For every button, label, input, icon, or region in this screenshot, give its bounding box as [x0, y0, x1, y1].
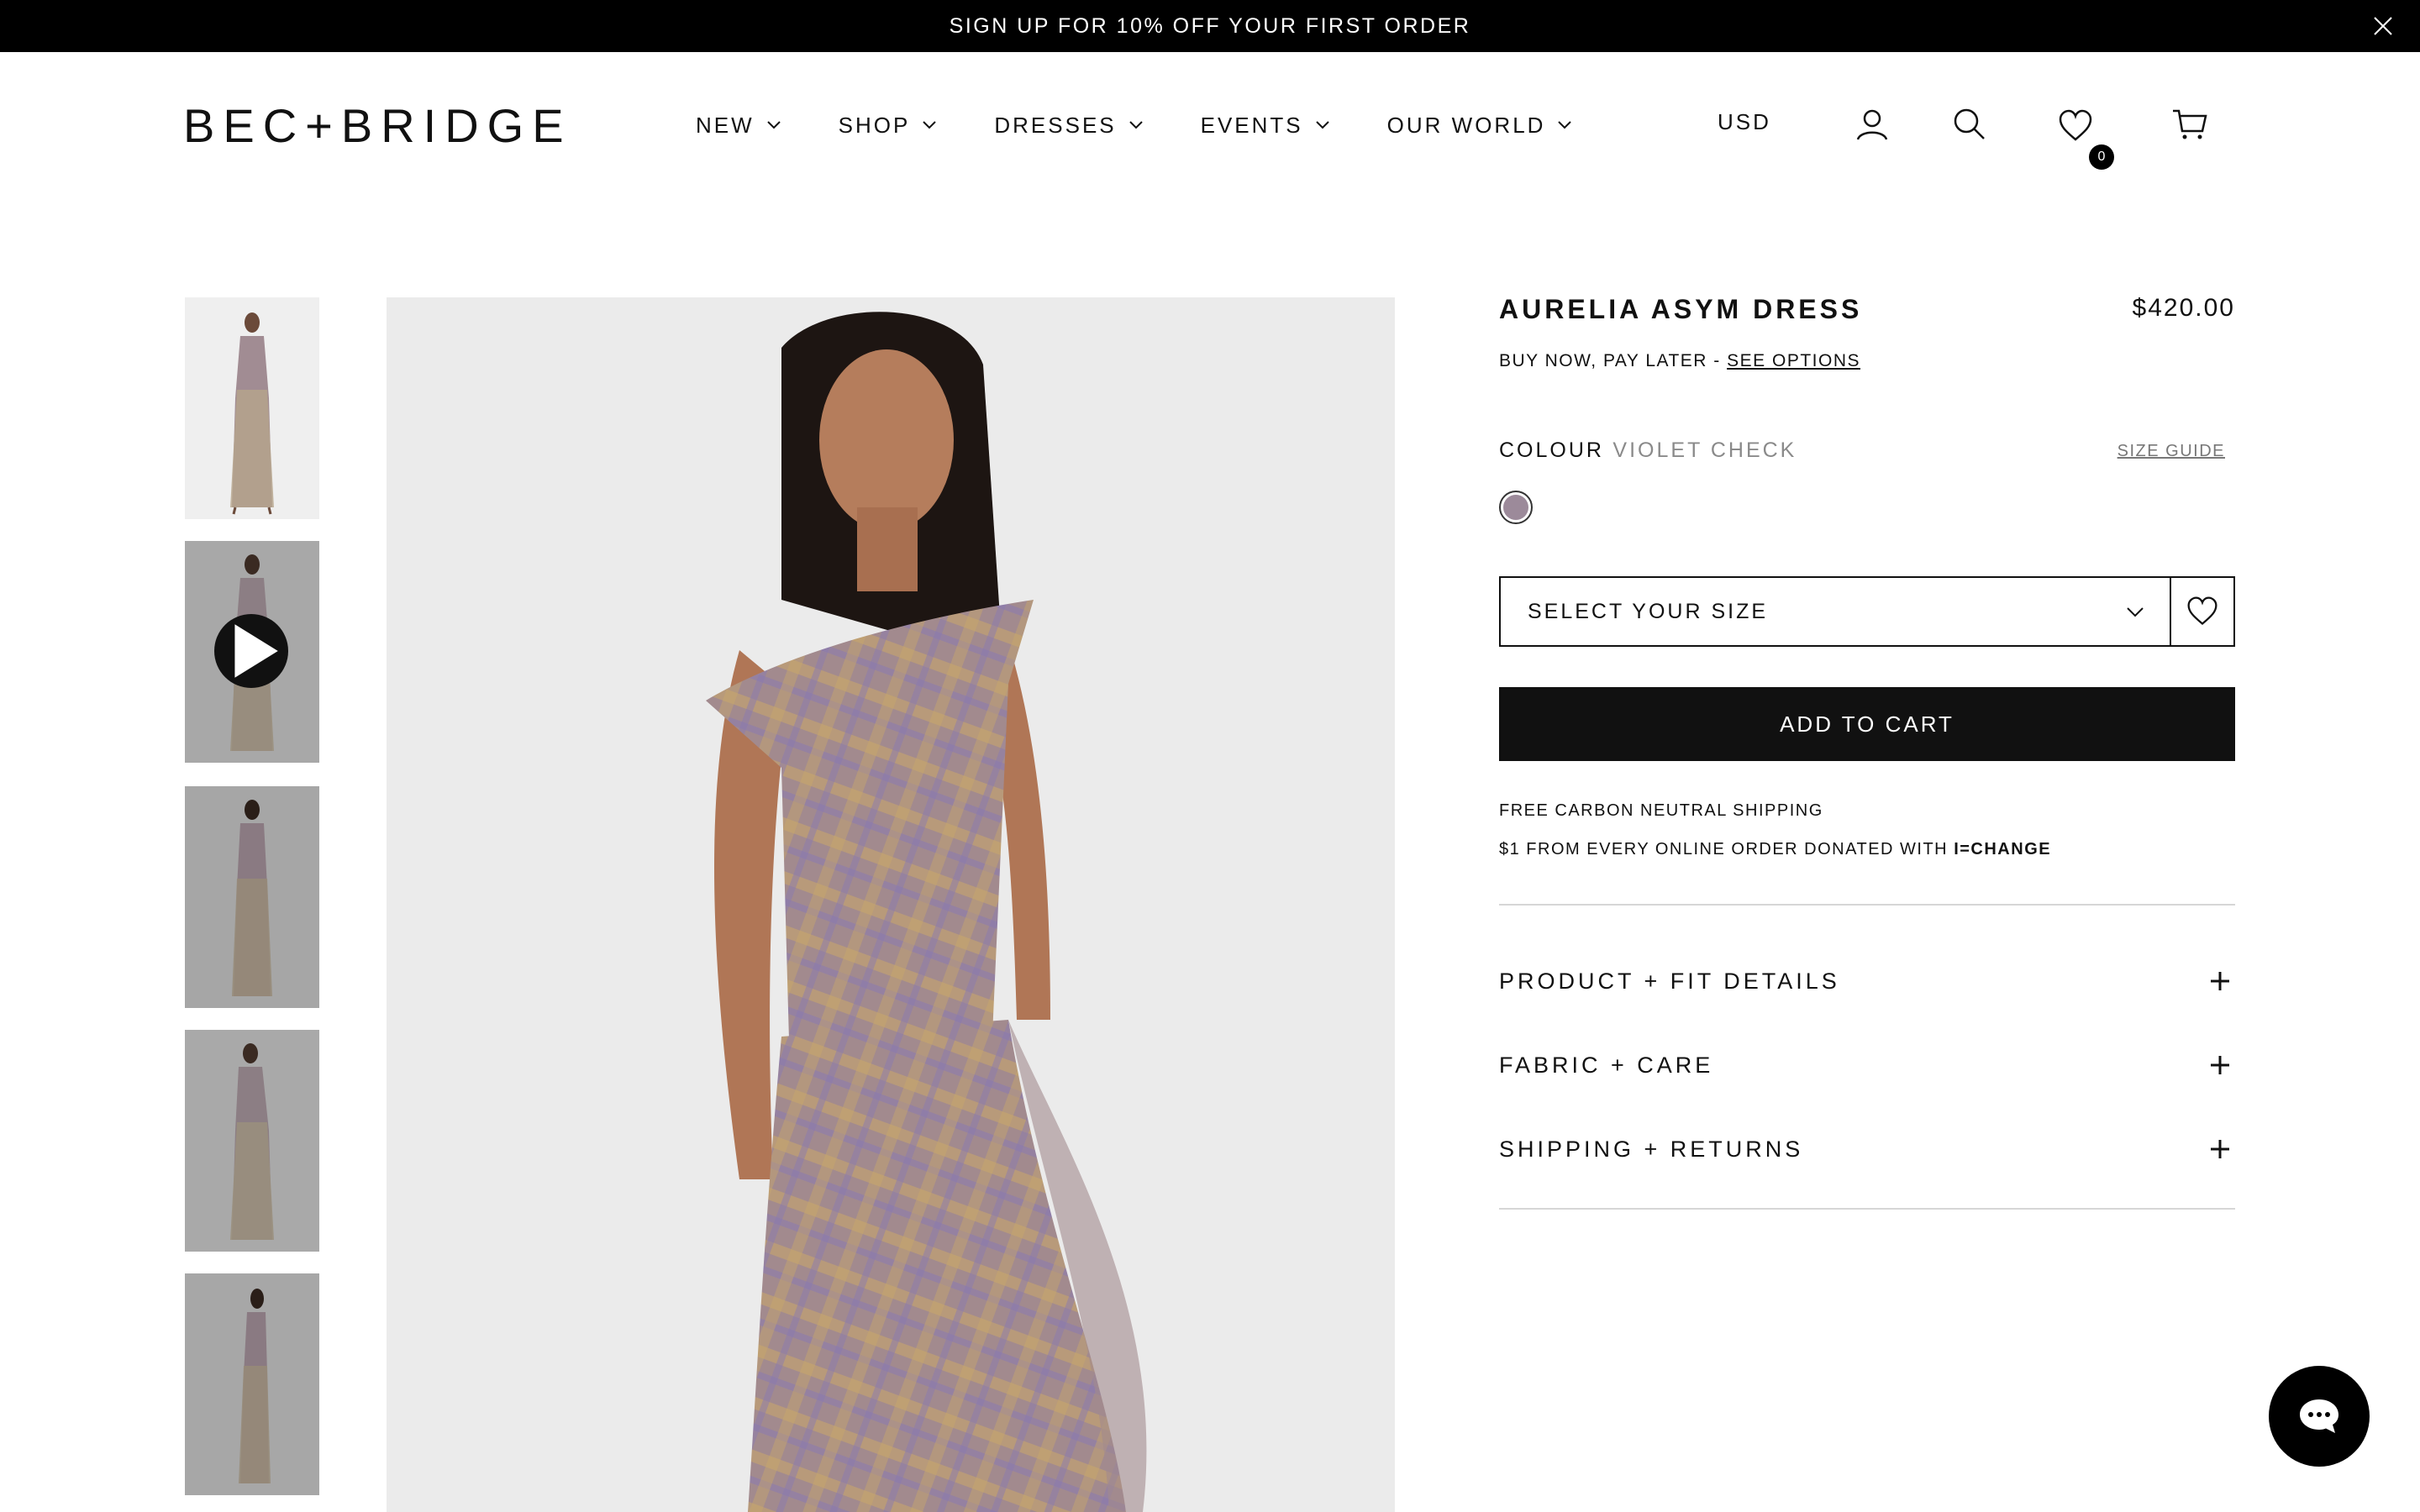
swatch-fill [1503, 495, 1528, 520]
main-nav: NEW SHOP DRESSES EVENTS OUR WORLD [696, 104, 1629, 146]
donation-note: $1 FROM EVERY ONLINE ORDER DONATED WITH … [1499, 840, 2051, 859]
chat-icon [2300, 1399, 2338, 1433]
thumbnail-5[interactable] [185, 1273, 319, 1495]
account-icon[interactable] [1854, 106, 1891, 143]
brand-logo[interactable]: BEC+BRIDGE [183, 99, 625, 152]
site-header: BEC+BRIDGE NEW SHOP DRESSES EVENTS OUR W… [0, 52, 2420, 195]
accordion-label: SHIPPING + RETURNS [1499, 1136, 1804, 1162]
accordion-fabric-care[interactable]: FABRIC + CARE [1499, 1040, 2235, 1090]
plus-icon [2211, 1056, 2229, 1074]
close-icon[interactable] [2370, 13, 2396, 39]
bnpl-message: BUY NOW, PAY LATER - SEE OPTIONS [1499, 351, 1860, 371]
wishlist-count-badge: 0 [2089, 144, 2114, 170]
accordion-shipping-returns[interactable]: SHIPPING + RETURNS [1499, 1124, 2235, 1174]
nav-label: DRESSES [994, 112, 1117, 138]
nav-events[interactable]: EVENTS [1201, 113, 1330, 139]
model-thumbnail-image [185, 297, 319, 519]
size-guide-link[interactable]: SIZE GUIDE [2118, 442, 2225, 461]
colour-row: COLOUR VIOLET CHECK SIZE GUIDE [1499, 438, 2235, 463]
model-thumbnail-image [185, 1273, 319, 1495]
model-thumbnail-image [185, 1030, 319, 1252]
cart-icon[interactable] [2171, 106, 2208, 143]
nav-shop[interactable]: SHOP [839, 113, 938, 139]
model-thumbnail-image [185, 786, 319, 1008]
nav-dresses[interactable]: DRESSES [994, 113, 1143, 139]
play-button[interactable] [214, 614, 288, 688]
size-select-label: SELECT YOUR SIZE [1528, 599, 1769, 623]
accordion-label: FABRIC + CARE [1499, 1052, 1714, 1078]
nav-new[interactable]: NEW [696, 113, 781, 139]
accordion-product-fit-details[interactable]: PRODUCT + FIT DETAILS [1499, 956, 2235, 1006]
plus-icon [2211, 972, 2229, 990]
search-icon[interactable] [1951, 106, 1988, 143]
chevron-down-icon [2127, 607, 2144, 617]
nav-label: OUR WORLD [1386, 112, 1546, 138]
nav-label: NEW [696, 112, 755, 138]
donation-text: $1 FROM EVERY ONLINE ORDER DONATED WITH [1499, 840, 1954, 858]
product-title: AURELIA ASYM DRESS [1499, 294, 1863, 324]
see-options-link[interactable]: SEE OPTIONS [1727, 351, 1860, 370]
chevron-down-icon [1315, 121, 1329, 129]
announcement-bar: SIGN UP FOR 10% OFF YOUR FIRST ORDER [0, 0, 2420, 52]
main-product-image[interactable] [387, 297, 1395, 1512]
colour-label: COLOUR [1499, 438, 1604, 462]
size-select-dropdown[interactable]: SELECT YOUR SIZE [1499, 576, 2171, 647]
chat-button[interactable] [2269, 1366, 2370, 1467]
chevron-down-icon [1558, 121, 1572, 129]
nav-label: EVENTS [1200, 112, 1303, 138]
divider [1499, 1208, 2235, 1210]
add-to-wishlist-button[interactable] [2170, 576, 2235, 647]
chevron-down-icon [1128, 121, 1143, 129]
colour-value: VIOLET CHECK [1612, 438, 1797, 462]
bnpl-text: BUY NOW, PAY LATER - [1499, 351, 1728, 370]
announcement-text[interactable]: SIGN UP FOR 10% OFF YOUR FIRST ORDER [950, 14, 1471, 39]
thumbnail-4[interactable] [185, 1030, 319, 1252]
chevron-down-icon [766, 121, 781, 129]
nav-our-world[interactable]: OUR WORLD [1387, 113, 1573, 139]
thumbnail-1[interactable] [185, 297, 319, 519]
add-to-cart-button[interactable]: ADD TO CART [1499, 687, 2235, 761]
heart-icon [2187, 596, 2217, 626]
colour-swatch[interactable] [1499, 491, 1533, 524]
product-price: $420.00 [2132, 294, 2235, 322]
currency-selector[interactable]: USD [1718, 109, 1771, 135]
add-to-cart-label: ADD TO CART [1780, 711, 1954, 737]
thumbnail-2-video[interactable] [185, 541, 319, 763]
divider [1499, 904, 2235, 906]
play-icon [234, 624, 278, 678]
nav-label: SHOP [838, 112, 911, 138]
shipping-note: FREE CARBON NEUTRAL SHIPPING [1499, 801, 1823, 820]
plus-icon [2211, 1140, 2229, 1158]
chevron-down-icon [923, 121, 937, 129]
logo-text: BEC+BRIDGE [183, 98, 572, 152]
thumbnail-3[interactable] [185, 786, 319, 1008]
donation-brand: i=CHANGE [1954, 840, 2052, 858]
model-photo [387, 297, 1395, 1512]
accordion-label: PRODUCT + FIT DETAILS [1499, 968, 1840, 994]
heart-icon[interactable] [2057, 108, 2094, 144]
